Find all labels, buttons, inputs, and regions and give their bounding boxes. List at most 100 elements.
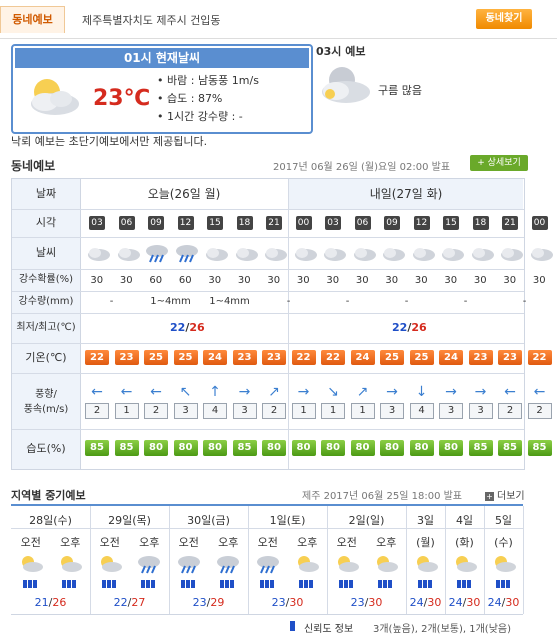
cloudy-sun-icon [19,554,43,574]
time-cell: 03 [89,216,105,230]
reliability-bars [456,580,477,590]
find-neighborhood-button[interactable]: 동네찾기 [476,9,532,29]
wind-speed: 1 [291,403,316,419]
cloudy-moon-icon [322,67,370,103]
cloud-icon [470,243,494,263]
wind-speed: 4 [409,403,434,419]
reliability-bars [259,580,280,590]
amount-cell: - [522,296,527,307]
humidity-badge: 80 [144,440,168,456]
medium-period: 오전 [257,536,278,549]
medium-temp: 21/26 [34,596,67,609]
medium-date: 4일 [455,514,474,527]
medium-date: 29일(목) [108,514,151,527]
time-cell: 00 [295,216,312,230]
cloudy-sun-icon [98,554,122,574]
min-temp: 22 [392,321,408,334]
forecast3h-description: 구름 많음 [378,84,422,97]
prob-cell: 30 [296,275,310,286]
cloud-icon [86,243,110,263]
wind-speed: 2 [144,403,168,419]
reliability-bars [101,580,122,590]
humidity-badge: 85 [85,440,109,456]
humidity-badge: 80 [409,440,434,456]
current-weather-title: 01시 현재날씨 [15,48,309,68]
cloud-icon [352,243,376,263]
medium-temp: 24/30 [409,596,442,609]
medium-period: (월) [416,536,435,549]
minmax-cell: 22/26 [392,321,427,334]
medium-period: 오후 [60,536,81,549]
cloud-icon [529,243,553,263]
cloud-icon [381,243,405,263]
reliability-bars [495,580,516,590]
medium-temp: 24/30 [487,596,520,609]
wind-direction-icon: ← [150,384,162,400]
reliability-bars [378,580,398,590]
cloudy-sun-icon [58,554,83,574]
time-cell: 18 [472,216,489,230]
amount-cell: - [404,296,409,307]
plus-icon: + [485,492,494,501]
time-cell: 12 [413,216,430,230]
temp-badge: 25 [173,350,198,365]
tab-forecast[interactable]: 동네예보 [0,6,65,33]
wind-speed: 2 [498,403,522,419]
time-cell: 00 [531,216,548,230]
forecast3h-title: 03시 예보 [316,45,366,58]
cloud-rain-icon [216,554,240,574]
cloud-rain-icon [256,554,280,574]
medium-date: 1일(토) [269,514,306,527]
temp-badge: 23 [262,350,286,365]
detail-view-button[interactable]: + 상세보기 [470,155,528,171]
max-temp: 26 [189,321,205,334]
temp-badge: 24 [439,350,463,365]
minmax-cell: 22/26 [170,321,205,334]
wind-speed: 4 [203,403,227,419]
medium-temp: 24/30 [448,596,481,609]
humidity-badge: 80 [203,440,227,456]
cloud-rain-icon [137,554,161,574]
humidity-badge: 85 [498,440,522,456]
medium-period: 오후 [297,536,318,549]
temp-badge: 23 [114,350,139,365]
reliability-bars [180,580,201,590]
time-cell: 15 [207,216,223,230]
medium-forecast-issued: 제주 2017년 06월 25일 18:00 발표 [302,491,463,502]
humidity-badge: 80 [291,440,316,456]
rain-info: • 1시간 강수량 : - [157,110,243,123]
wind-direction-icon: ← [120,384,133,400]
medium-period: 오전 [336,536,357,549]
prob-cell: 30 [355,275,369,286]
wind-speed: 2 [262,403,286,419]
wind-direction-icon: ↗ [356,384,369,400]
wind-speed: 1 [321,403,345,419]
medium-day-column: 29일(목) 오전 오후 22/27 [90,506,170,614]
medium-date: 2일(일) [348,514,385,527]
more-button[interactable]: + 더보기 [485,487,525,502]
cloud-icon [411,243,435,263]
wind-direction-icon: ↗ [268,384,280,400]
temp-badge: 23 [232,350,257,365]
wind-speed: 2 [85,403,109,419]
humidity-badge: 80 [321,440,345,456]
time-cell: 18 [236,216,253,230]
medium-day-column: 3일 (월) 24/30 [406,506,446,614]
wind-speed: 3 [380,403,404,419]
cloud-rain-icon [177,554,201,574]
humidity-badge: 80 [350,440,375,456]
wind-speed: 3 [468,403,493,419]
wind-speed: 3 [232,403,257,419]
temp-badge: 22 [291,350,316,365]
humidity-badge: 80 [173,440,198,456]
cloud-icon [293,243,317,263]
cloud-icon [322,243,346,263]
location-label: 제주특별자치도 제주시 건입동 [82,14,221,27]
cloudy-sun-icon [492,554,516,574]
cloud-icon [499,243,523,263]
wind-speed: 1 [350,403,375,419]
wind-direction-icon: ← [91,384,103,400]
prob-cell: 30 [532,275,546,286]
wind-direction-icon: → [386,384,398,400]
medium-date: 3일 [416,514,435,527]
